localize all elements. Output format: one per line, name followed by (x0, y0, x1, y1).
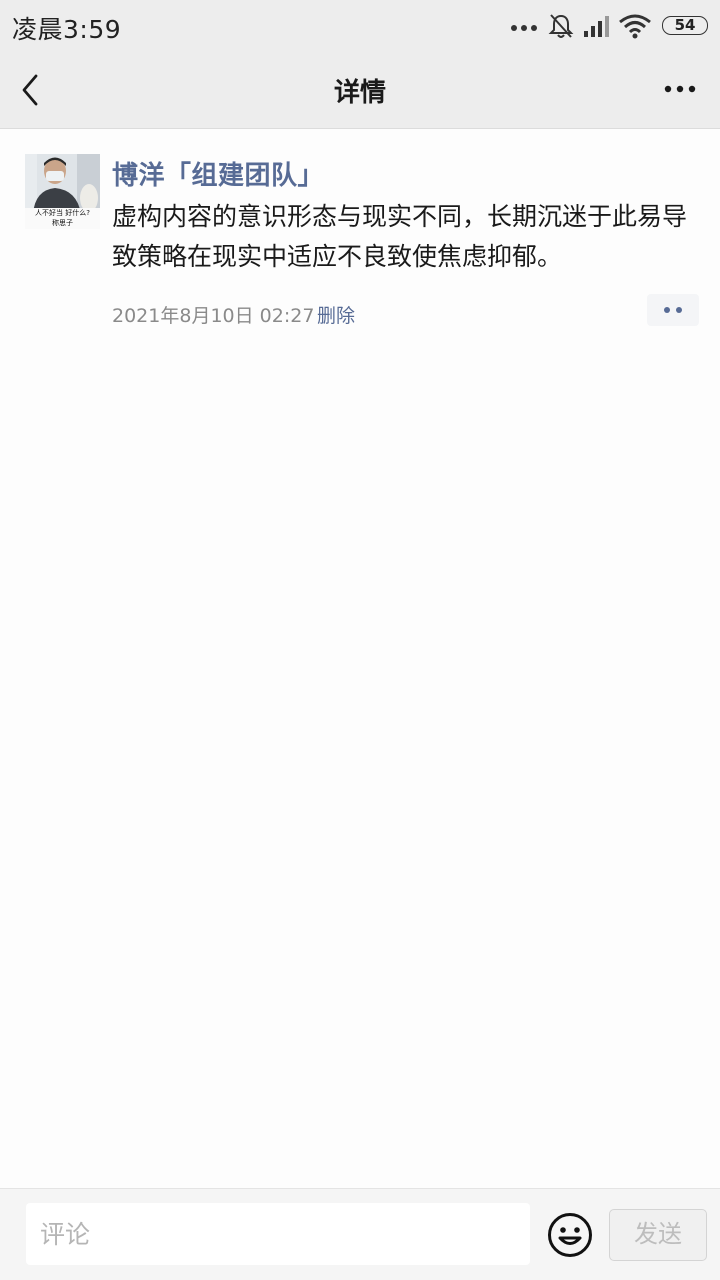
post-timestamp: 2021年8月10日 02:27 (112, 305, 315, 327)
more-dots-icon (511, 25, 537, 31)
emoji-button[interactable] (546, 1211, 594, 1259)
signal-icon (584, 16, 609, 37)
status-icons: 54 (488, 12, 708, 40)
status-time: 凌晨3:59 (12, 15, 122, 44)
more-dots-icon (664, 85, 696, 93)
delete-link[interactable]: 删除 (317, 301, 355, 328)
smile-emoji-icon (548, 1213, 592, 1257)
comment-like-button[interactable] (647, 294, 699, 326)
avatar-caption-line: 称思子 (52, 219, 73, 227)
comment-input[interactable] (26, 1203, 530, 1265)
nav-bar: 详情 (0, 52, 720, 129)
battery-icon: 54 (662, 16, 708, 35)
wifi-icon (619, 14, 651, 39)
bell-muted-icon (548, 14, 574, 38)
author-name[interactable]: 博洋「组建团队」 (112, 155, 324, 192)
avatar-caption-line: 人不好当 好什么? (35, 209, 90, 217)
avatar[interactable]: 人不好当 好什么? 称思子 (25, 154, 100, 229)
moments-detail-screen: 凌晨3:59 54 详情 人不好当 好什么? 称思子 博洋「组建团队」 虚构内容… (0, 0, 720, 1280)
avatar-caption: 人不好当 好什么? 称思子 (25, 208, 100, 229)
comment-bar: 发送 (0, 1188, 720, 1280)
post-content: 虚构内容的意识形态与现实不同，长期沉迷于此易导致策略在现实中适应不良致使焦虑抑郁… (112, 202, 688, 271)
send-button[interactable]: 发送 (609, 1209, 707, 1261)
status-bar: 凌晨3:59 54 (0, 0, 720, 52)
more-options-button[interactable] (656, 74, 704, 104)
page-title: 详情 (333, 78, 386, 108)
